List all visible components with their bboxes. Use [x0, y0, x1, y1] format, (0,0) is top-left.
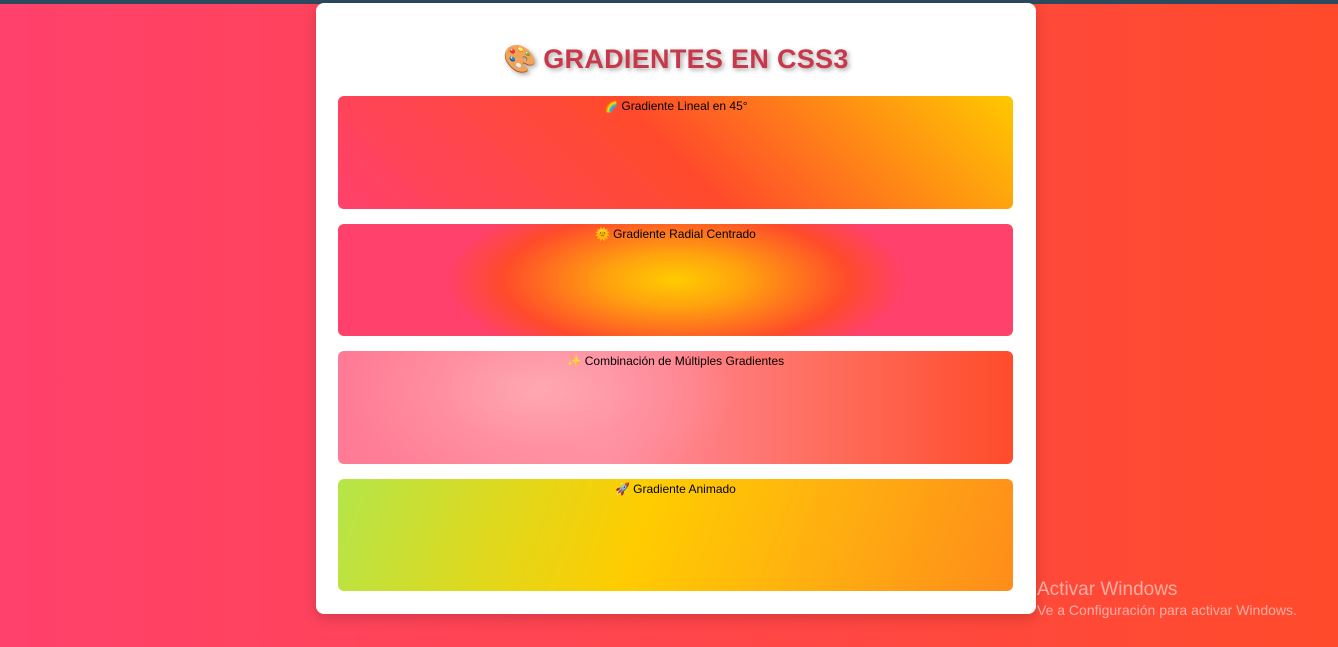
page-title-text: GRADIENTES EN CSS3 [543, 44, 849, 74]
sparkles-icon: ✨ [566, 354, 582, 368]
gradient-label: 🌈 Gradiente Lineal en 45° [338, 96, 1013, 113]
rainbow-icon: 🌈 [603, 99, 619, 113]
animated-gradient-box: 🚀 Gradiente Animado [338, 479, 1013, 591]
palette-icon: 🎨 [503, 44, 538, 74]
gradient-label: 🌞 Gradiente Radial Centrado [338, 224, 1013, 241]
watermark-title: Activar Windows [1037, 579, 1178, 600]
multiple-gradient-box: ✨ Combinación de Múltiples Gradientes [338, 351, 1013, 464]
gradient-label: ✨ Combinación de Múltiples Gradientes [338, 351, 1013, 368]
page-title: 🎨 GRADIENTES EN CSS3 [316, 43, 1036, 75]
gradient-label-text: Gradiente Lineal en 45° [621, 99, 748, 113]
rocket-icon: 🚀 [615, 482, 631, 496]
gradient-label-text: Gradiente Animado [633, 482, 736, 496]
watermark-subtitle: Ve a Configuración para activar Windows. [1037, 602, 1297, 618]
sun-icon: 🌞 [595, 227, 611, 241]
linear-gradient-box: 🌈 Gradiente Lineal en 45° [338, 96, 1013, 209]
windows-activation-watermark: Activar Windows Ve a Configuración para … [1037, 578, 1297, 620]
gradient-label: 🚀 Gradiente Animado [338, 479, 1013, 496]
gradient-label-text: Gradiente Radial Centrado [613, 227, 756, 241]
gradient-card: 🎨 GRADIENTES EN CSS3 🌈 Gradiente Lineal en… [316, 3, 1036, 614]
gradient-label-text: Combinación de Múltiples Gradientes [584, 354, 785, 368]
radial-gradient-box: 🌞 Gradiente Radial Centrado [338, 224, 1013, 336]
